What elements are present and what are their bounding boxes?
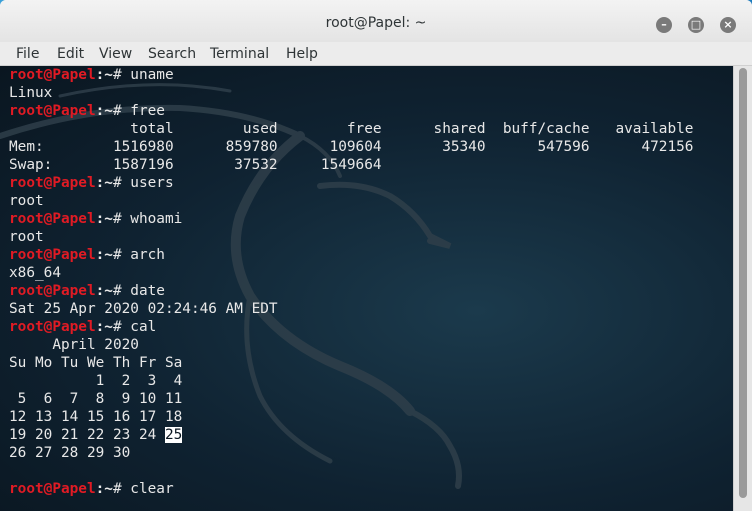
window-title: root@Papel: ~: [325, 15, 427, 31]
terminal-line: root@Papel:~# users: [9, 174, 693, 192]
prompt-host: root@Papel: [9, 211, 96, 227]
output-line: root: [9, 193, 44, 209]
calendar-week: 19 20 21 22 23 24 25: [9, 426, 693, 444]
command-text: users: [130, 175, 174, 191]
prompt-path: :~: [95, 481, 113, 497]
terminal-line: root@Papel:~# uname: [9, 66, 693, 84]
terminal-line: root@Papel:~# clear: [9, 480, 693, 498]
command-text: clear: [130, 481, 174, 497]
prompt-path: :~: [95, 103, 113, 119]
terminal-area[interactable]: root@Papel:~# uname Linux root@Papel:~# fr…: [0, 66, 733, 511]
prompt-symbol: #: [112, 247, 131, 263]
calendar-weekdays: Su Mo Tu We Th Fr Sa: [9, 355, 183, 371]
command-text: uname: [130, 67, 174, 83]
menu-search[interactable]: Search: [148, 44, 196, 64]
close-button[interactable]: ×: [720, 17, 736, 33]
output-line: x86_64: [9, 265, 61, 281]
command-text: free: [130, 103, 165, 119]
output-line: Sat 25 Apr 2020 02:24:46 AM EDT: [9, 301, 278, 317]
terminal-line: root@Papel:~# date: [9, 282, 693, 300]
prompt-host: root@Papel: [9, 319, 96, 335]
output-line: root: [9, 229, 44, 245]
command-text: whoami: [130, 211, 183, 227]
prompt-symbol: #: [112, 481, 131, 497]
calendar-week: 1 2 3 4: [9, 373, 183, 389]
prompt-path: :~: [95, 211, 113, 227]
calendar-title: April 2020: [9, 337, 139, 353]
prompt-symbol: #: [112, 211, 131, 227]
prompt-host: root@Papel: [9, 175, 96, 191]
prompt-host: root@Papel: [9, 247, 96, 263]
prompt-symbol: #: [112, 283, 131, 299]
command-text: date: [130, 283, 165, 299]
output-line: Mem: 1516980 859780 109604 35340 547596 …: [9, 139, 694, 155]
minimize-button[interactable]: –: [656, 17, 672, 33]
prompt-host: root@Papel: [9, 67, 96, 83]
terminal-line: root@Papel:~# whoami: [9, 210, 693, 228]
terminal-line: root@Papel:~# free: [9, 102, 693, 120]
prompt-symbol: #: [112, 67, 131, 83]
output-line: Linux: [9, 85, 53, 101]
prompt-host: root@Papel: [9, 481, 96, 497]
scrollbar[interactable]: [733, 66, 752, 511]
prompt-symbol: #: [112, 319, 131, 335]
calendar-week: 26 27 28 29 30: [9, 445, 131, 461]
title-bar[interactable]: root@Papel: ~ – □ ×: [0, 0, 752, 42]
menu-terminal[interactable]: Terminal: [210, 44, 269, 64]
terminal-line: root@Papel:~# arch: [9, 246, 693, 264]
prompt-symbol: #: [112, 175, 131, 191]
prompt-path: :~: [95, 247, 113, 263]
command-text: arch: [130, 247, 165, 263]
terminal-output: root@Papel:~# uname Linux root@Papel:~# fr…: [9, 66, 693, 498]
prompt-symbol: #: [112, 103, 131, 119]
calendar-week: 5 6 7 8 9 10 11: [9, 391, 183, 407]
command-text: cal: [130, 319, 157, 335]
calendar-days: 19 20 21 22 23 24: [9, 427, 165, 443]
prompt-host: root@Papel: [9, 283, 96, 299]
terminal-line: root@Papel:~# cal: [9, 318, 693, 336]
output-line: total used free shared buff/cache availa…: [9, 121, 694, 137]
prompt-path: :~: [95, 67, 113, 83]
output-line: Swap: 1587196 37532 1549664: [9, 157, 382, 173]
calendar-week: 12 13 14 15 16 17 18: [9, 409, 183, 425]
prompt-path: :~: [95, 283, 113, 299]
menu-file[interactable]: File: [16, 44, 39, 64]
scrollbar-thumb[interactable]: [739, 68, 747, 498]
menu-bar: File Edit View Search Terminal Help: [0, 42, 752, 66]
menu-edit[interactable]: Edit: [57, 44, 84, 64]
calendar-today-highlight: 25: [164, 427, 183, 443]
prompt-host: root@Papel: [9, 103, 96, 119]
menu-view[interactable]: View: [99, 44, 132, 64]
maximize-button[interactable]: □: [688, 17, 704, 33]
terminal-window: root@Papel: ~ – □ × File Edit View Searc…: [0, 0, 752, 511]
menu-help[interactable]: Help: [286, 44, 318, 64]
prompt-path: :~: [95, 319, 113, 335]
prompt-path: :~: [95, 175, 113, 191]
